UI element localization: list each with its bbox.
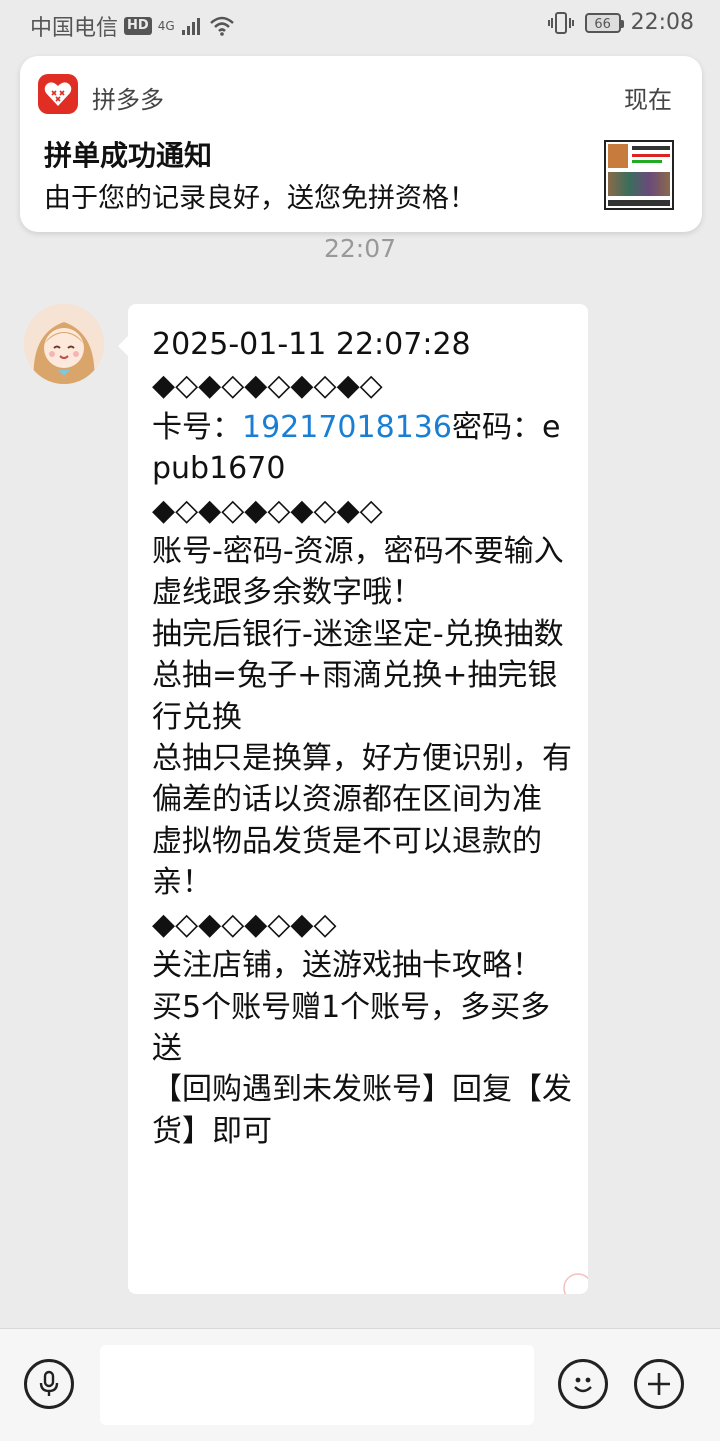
microphone-icon xyxy=(39,1370,59,1396)
notification-body: 由于您的记录良好，送您免拼资格！ xyxy=(44,183,476,214)
avatar[interactable] xyxy=(24,304,104,384)
plus-icon xyxy=(648,1373,670,1395)
notification-thumbnail xyxy=(604,140,674,210)
chat-timestamp: 22:07 xyxy=(323,234,397,263)
emoji-button[interactable] xyxy=(558,1359,608,1409)
vibrate-icon xyxy=(547,11,574,34)
notification-app-name: 拼多多 xyxy=(92,86,164,114)
notification-banner[interactable]: 拼多多 现在 拼单成功通知 由于您的记录良好，送您免拼资格！ xyxy=(20,56,702,232)
status-right: 66 22:08 xyxy=(547,10,694,35)
wifi-icon xyxy=(209,16,234,36)
pinduoduo-app-icon xyxy=(38,74,78,114)
battery-icon: 66 xyxy=(584,12,624,33)
hd-badge: HD xyxy=(124,17,152,35)
add-button[interactable] xyxy=(634,1359,684,1409)
message-input[interactable] xyxy=(100,1345,534,1425)
network-type: 4G xyxy=(157,19,175,33)
smiley-icon xyxy=(574,1377,592,1393)
card-number-link[interactable]: 19217018136 xyxy=(242,410,452,445)
message-text-part-2: 密码：epub1670 ◆◇◆◇◆◇◆◇◆◇ 账号-密码-资源，密码不要输入虚线… xyxy=(152,409,572,1149)
notification-title: 拼单成功通知 xyxy=(44,139,213,172)
voice-button[interactable] xyxy=(24,1359,74,1409)
clock: 22:08 xyxy=(630,10,694,35)
carrier-name: 中国电信 xyxy=(30,16,119,41)
message-bubble[interactable]: 2025-01-11 22:07:28 ◆◇◆◇◆◇◆◇◆◇ 卡号：192170… xyxy=(118,304,588,1294)
watermark-icon xyxy=(563,1273,588,1294)
message-text: 2025-01-11 22:07:28 ◆◇◆◇◆◇◆◇◆◇ 卡号：192170… xyxy=(152,324,572,1152)
notification-time: 现在 xyxy=(624,86,672,114)
status-bar: 中国电信 HD 4G 66 22:08 xyxy=(0,0,720,50)
status-left: 中国电信 HD 4G xyxy=(30,10,235,42)
signal-icon xyxy=(181,18,200,35)
input-bar xyxy=(0,1328,720,1441)
